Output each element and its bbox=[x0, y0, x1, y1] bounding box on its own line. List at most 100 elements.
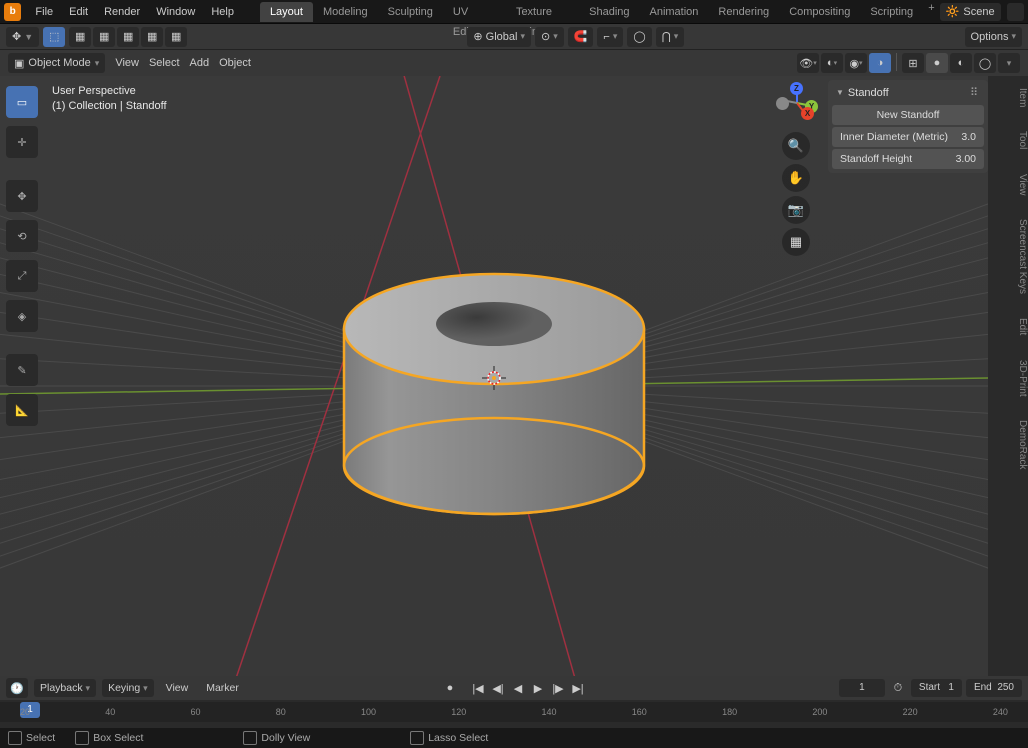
menu-edit[interactable]: Edit bbox=[61, 0, 96, 24]
tab-uv-editing[interactable]: UV Editing bbox=[443, 2, 506, 22]
proportional-edit[interactable]: ◯ bbox=[627, 27, 651, 47]
gizmo-neg-axis[interactable] bbox=[776, 97, 789, 110]
viewport-menu-select[interactable]: Select bbox=[149, 57, 180, 69]
timeline-view-menu[interactable]: View bbox=[160, 679, 195, 697]
shading-solid[interactable]: ● bbox=[926, 53, 948, 73]
tab-screencast[interactable]: Screencast Keys bbox=[988, 207, 1028, 306]
cursor-dropdown[interactable]: ✥▼ bbox=[6, 27, 39, 47]
jump-end-button[interactable]: ▶| bbox=[569, 679, 587, 697]
pan-button[interactable]: ✋ bbox=[782, 164, 810, 192]
shading-wireframe[interactable]: ⊞ bbox=[902, 53, 924, 73]
viewport-menu-add[interactable]: Add bbox=[190, 57, 210, 69]
select-icon-4[interactable]: ▦ bbox=[141, 27, 163, 47]
scale-tool[interactable]: ⤢ bbox=[6, 260, 38, 292]
playback-dropdown[interactable]: Playback ▾ bbox=[34, 679, 96, 697]
cursor-tool[interactable]: ✛ bbox=[6, 126, 38, 158]
tab-edit[interactable]: Edit bbox=[988, 306, 1028, 347]
panel-options-icon[interactable]: ⠿ bbox=[970, 86, 980, 99]
status-box-select: Box Select bbox=[75, 731, 143, 745]
play-button[interactable]: ▶ bbox=[529, 679, 547, 697]
tab-3dprint[interactable]: 3D-Print bbox=[988, 348, 1028, 409]
standoff-height-field[interactable]: Standoff Height 3.00 bbox=[832, 149, 984, 169]
shading-rendered[interactable]: ◯ bbox=[974, 53, 996, 73]
zoom-button[interactable]: 🔍 bbox=[782, 132, 810, 160]
tab-scripting[interactable]: Scripting bbox=[860, 2, 923, 22]
jump-prev-key-button[interactable]: ◀| bbox=[489, 679, 507, 697]
frame-ruler: 204060 80100120 140160180 200220240 bbox=[0, 702, 1028, 722]
options-dropdown[interactable]: Options ▾ bbox=[965, 27, 1022, 47]
mode-selector[interactable]: ▣ Object Mode ▾ bbox=[8, 53, 105, 73]
play-reverse-button[interactable]: ◀ bbox=[509, 679, 527, 697]
mouse-right-icon bbox=[410, 731, 424, 745]
annotate-tool[interactable]: ✎ bbox=[6, 354, 38, 386]
timeline-marker-menu[interactable]: Marker bbox=[200, 679, 245, 697]
add-workspace-button[interactable]: + bbox=[923, 2, 940, 22]
select-box-tool[interactable]: ▭ bbox=[6, 86, 38, 118]
tab-modeling[interactable]: Modeling bbox=[313, 2, 378, 22]
shading-material[interactable]: ◐ bbox=[950, 53, 972, 73]
tool-shelf: ▭ ✛ ✥ ⟲ ⤢ ◈ ✎ 📐 bbox=[6, 86, 38, 426]
select-icon-2[interactable]: ▦ bbox=[93, 27, 115, 47]
transform-tool[interactable]: ◈ bbox=[6, 300, 38, 332]
timeline-editor-type[interactable]: 🕐 bbox=[6, 678, 28, 698]
viewport-menu-view[interactable]: View bbox=[115, 57, 139, 69]
tab-item[interactable]: Item bbox=[988, 76, 1028, 119]
navigation-gizmo[interactable]: Z Y X bbox=[776, 82, 818, 124]
menu-file[interactable]: File bbox=[27, 0, 61, 24]
end-frame-field[interactable]: End 250 bbox=[966, 679, 1022, 697]
select-icon-1[interactable]: ▦ bbox=[69, 27, 91, 47]
select-icon-5[interactable]: ▦ bbox=[165, 27, 187, 47]
tab-tool[interactable]: Tool bbox=[988, 119, 1028, 161]
tab-rendering[interactable]: Rendering bbox=[708, 2, 779, 22]
n-panel-tabs: Item Tool View Screencast Keys Edit 3D-P… bbox=[988, 76, 1028, 696]
menu-help[interactable]: Help bbox=[203, 0, 242, 24]
gizmo-x-axis[interactable]: X bbox=[801, 107, 814, 120]
new-standoff-button[interactable]: New Standoff bbox=[832, 105, 984, 125]
inner-diameter-field[interactable]: Inner Diameter (Metric) 3.0 bbox=[832, 127, 984, 147]
copy-scene-button[interactable] bbox=[1007, 3, 1024, 21]
keying-dropdown[interactable]: Keying ▾ bbox=[102, 679, 154, 697]
pivot-dropdown[interactable]: ⊙▾ bbox=[535, 27, 564, 47]
tab-texture-paint[interactable]: Texture Paint bbox=[506, 2, 579, 22]
camera-view-button[interactable]: 📷 bbox=[782, 196, 810, 224]
tab-demorack[interactable]: DemoRack bbox=[988, 408, 1028, 481]
menu-render[interactable]: Render bbox=[96, 0, 148, 24]
3d-viewport[interactable]: ▭ ✛ ✥ ⟲ ⤢ ◈ ✎ 📐 User Perspective (1) Col… bbox=[0, 76, 988, 696]
tab-layout[interactable]: Layout bbox=[260, 2, 313, 22]
perspective-toggle-button[interactable]: ▦ bbox=[782, 228, 810, 256]
timeline-track[interactable]: 1 204060 80100120 140160180 200220240 bbox=[0, 702, 1028, 722]
measure-tool[interactable]: 📐 bbox=[6, 394, 38, 426]
select-icon-3[interactable]: ▦ bbox=[117, 27, 139, 47]
autokey-toggle[interactable]: ● bbox=[441, 679, 459, 697]
shading-options[interactable]: ▾ bbox=[998, 53, 1020, 73]
move-tool[interactable]: ✥ bbox=[6, 180, 38, 212]
rotate-tool[interactable]: ⟲ bbox=[6, 220, 38, 252]
tab-sculpting[interactable]: Sculpting bbox=[378, 2, 443, 22]
operator-panel[interactable]: Standoff ⠿ New Standoff Inner Diameter (… bbox=[828, 80, 988, 173]
tab-animation[interactable]: Animation bbox=[640, 2, 709, 22]
xray-toggle[interactable]: ◑ bbox=[869, 53, 891, 73]
start-frame-field[interactable]: Start 1 bbox=[911, 679, 962, 697]
snap-options[interactable]: ⌐▾ bbox=[597, 27, 623, 47]
proportional-falloff[interactable]: ⋂▾ bbox=[656, 27, 685, 47]
select-box-icon[interactable]: ⬚ bbox=[43, 27, 65, 47]
scene-icon: 🔆 bbox=[946, 5, 960, 18]
timeline-editor: 🕐 Playback ▾ Keying ▾ View Marker ● |◀ ◀… bbox=[0, 676, 1028, 748]
gizmo-dropdown[interactable]: ◐▾ bbox=[821, 53, 843, 73]
tab-view[interactable]: View bbox=[988, 162, 1028, 208]
current-frame-field[interactable]: 1 bbox=[839, 679, 885, 697]
tab-compositing[interactable]: Compositing bbox=[779, 2, 860, 22]
overlay-dropdown[interactable]: ◉▾ bbox=[845, 53, 867, 73]
scene-selector[interactable]: 🔆 Scene bbox=[940, 3, 1001, 21]
menu-window[interactable]: Window bbox=[148, 0, 203, 24]
view-visibility-dropdown[interactable]: 👁▾ bbox=[797, 53, 819, 73]
gizmo-z-axis[interactable]: Z bbox=[790, 82, 803, 95]
timer-icon[interactable]: ⏱ bbox=[889, 679, 907, 697]
jump-start-button[interactable]: |◀ bbox=[469, 679, 487, 697]
tab-shading[interactable]: Shading bbox=[579, 2, 639, 22]
snap-toggle[interactable]: 🧲 bbox=[568, 27, 594, 47]
orientation-dropdown[interactable]: ⊕ Global ▾ bbox=[467, 27, 531, 47]
viewport-menu-object[interactable]: Object bbox=[219, 57, 251, 69]
operator-header[interactable]: Standoff ⠿ bbox=[830, 82, 986, 103]
jump-next-key-button[interactable]: |▶ bbox=[549, 679, 567, 697]
